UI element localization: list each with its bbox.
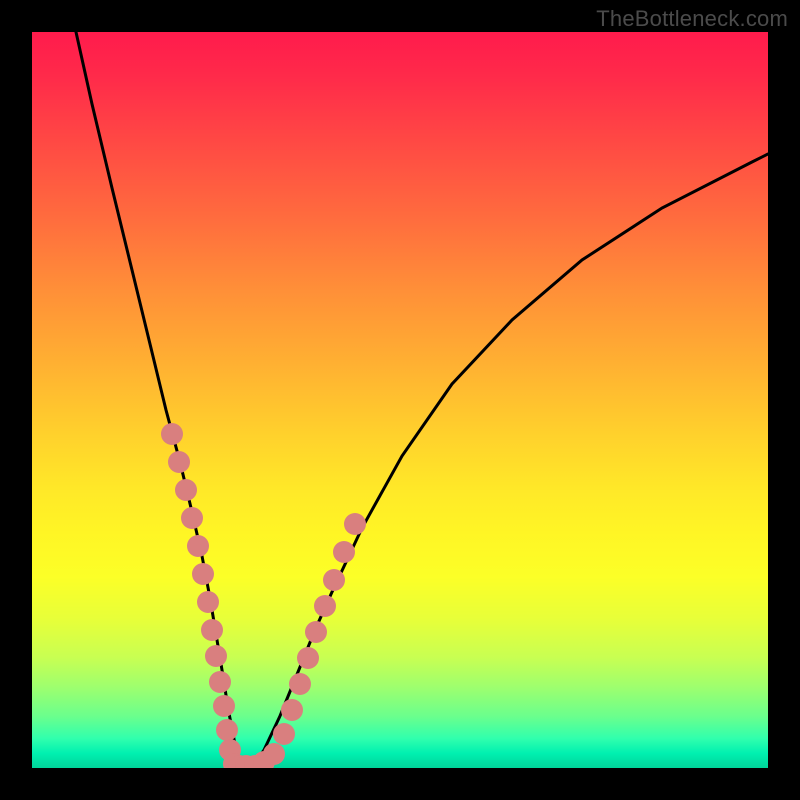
marker-cluster-right xyxy=(273,513,366,745)
marker-dot xyxy=(161,423,183,445)
marker-dot xyxy=(209,671,231,693)
marker-dot xyxy=(187,535,209,557)
marker-dot xyxy=(181,507,203,529)
plot-area xyxy=(32,32,768,768)
marker-dot xyxy=(192,563,214,585)
marker-dot xyxy=(297,647,319,669)
marker-dot xyxy=(273,723,295,745)
marker-dot xyxy=(289,673,311,695)
marker-cluster-floor xyxy=(235,743,285,768)
bottleneck-curve xyxy=(76,32,768,766)
marker-cluster-left xyxy=(161,423,250,768)
marker-dot xyxy=(305,621,327,643)
chart-frame: TheBottleneck.com xyxy=(0,0,800,800)
marker-dot xyxy=(281,699,303,721)
watermark-text: TheBottleneck.com xyxy=(596,6,788,32)
marker-dot xyxy=(213,695,235,717)
marker-dot xyxy=(197,591,219,613)
marker-dot xyxy=(314,595,336,617)
marker-dot xyxy=(201,619,223,641)
marker-dot xyxy=(205,645,227,667)
marker-dot xyxy=(175,479,197,501)
marker-dot xyxy=(216,719,238,741)
marker-dot xyxy=(344,513,366,535)
marker-dot xyxy=(323,569,345,591)
chart-svg xyxy=(32,32,768,768)
marker-dot xyxy=(168,451,190,473)
marker-dot xyxy=(263,743,285,765)
marker-dot xyxy=(333,541,355,563)
